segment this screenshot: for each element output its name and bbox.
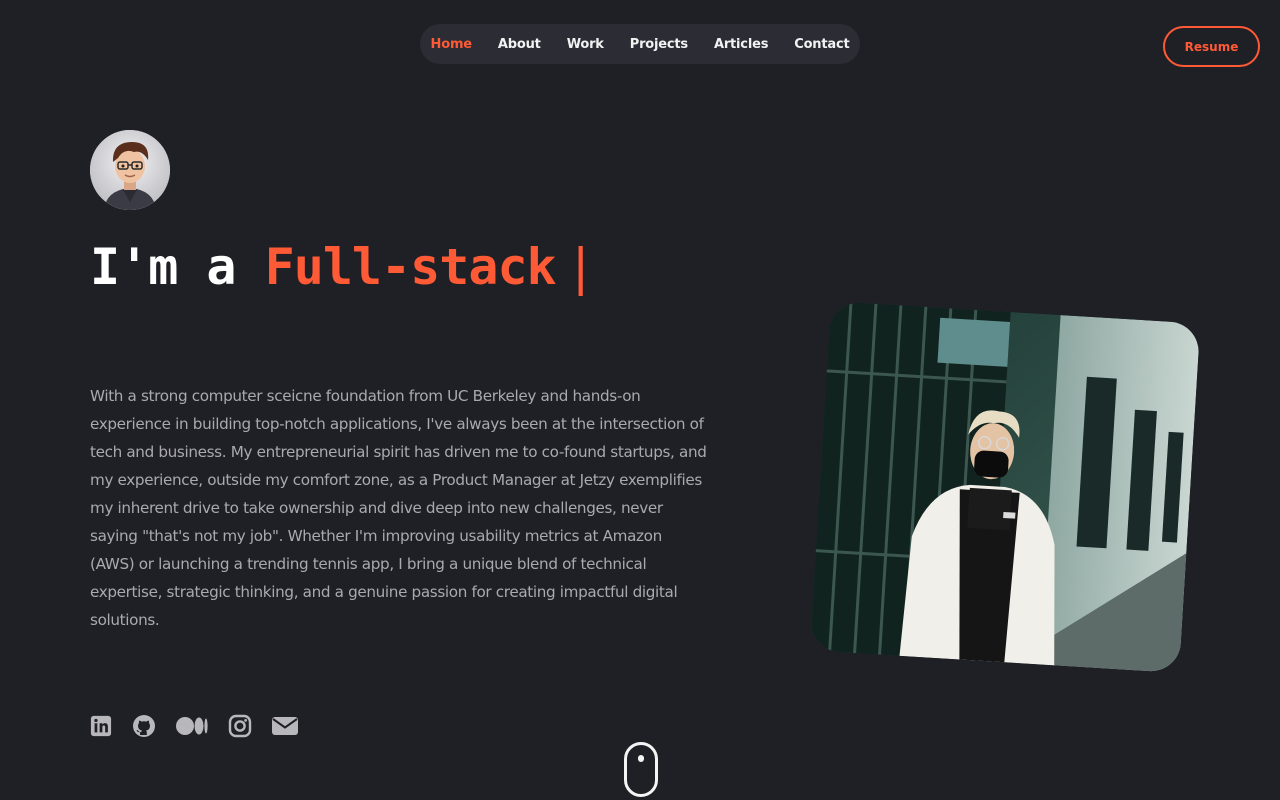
nav-item-projects[interactable]: Projects: [630, 37, 688, 52]
nav-item-articles[interactable]: Articles: [714, 37, 768, 52]
main-nav: Home About Work Projects Articles Contac…: [420, 24, 860, 64]
headline-accent: Full-stack: [264, 238, 557, 296]
nav-item-work[interactable]: Work: [567, 37, 604, 52]
scroll-mouse-icon[interactable]: [624, 742, 658, 797]
linkedin-icon[interactable]: [90, 715, 112, 737]
instagram-icon[interactable]: [228, 714, 252, 738]
typing-caret: |: [565, 238, 596, 296]
mouse-wheel: [638, 755, 644, 762]
hero-headline: I'm a Full-stack |: [90, 238, 596, 298]
hero-bio: With a strong computer sceicne foundatio…: [90, 387, 707, 629]
portrait-photo: [809, 301, 1201, 673]
mail-icon[interactable]: [272, 715, 298, 737]
headline-prefix: I'm a: [90, 238, 265, 296]
avatar: [90, 130, 170, 210]
nav-item-home[interactable]: Home: [431, 37, 473, 52]
social-links: [90, 713, 298, 739]
nav-item-contact[interactable]: Contact: [794, 37, 849, 52]
nav-item-about[interactable]: About: [498, 37, 541, 52]
resume-button[interactable]: Resume: [1163, 26, 1260, 67]
github-icon[interactable]: [132, 714, 156, 738]
medium-icon[interactable]: [176, 715, 208, 737]
